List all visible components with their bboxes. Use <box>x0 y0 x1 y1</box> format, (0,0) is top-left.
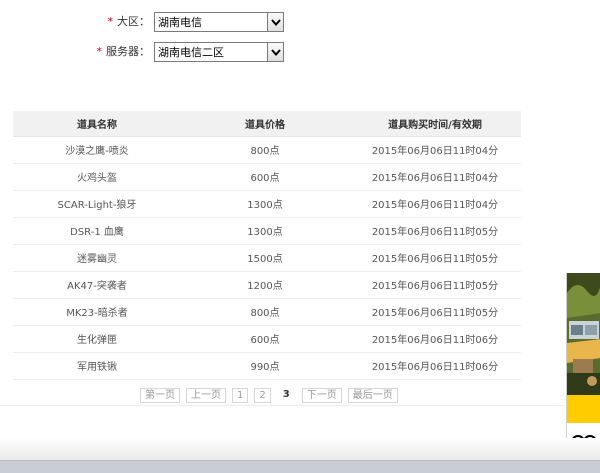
purchase-table: 道具名称 道具价格 道具购买时间/有效期 沙漠之鹰-喷炎 800点 2015年0… <box>13 111 521 380</box>
current-page: 3 <box>276 387 296 403</box>
server-select[interactable]: 湖南电信二区 <box>154 42 284 62</box>
side-advertisement[interactable] <box>566 273 600 460</box>
item-time: 2015年06月06日11时04分 <box>349 163 521 191</box>
item-price: 990点 <box>181 352 349 380</box>
prev-page-button[interactable]: 上一页 <box>186 387 226 403</box>
table-row: AK47-突袭者 1200点 2015年06月06日11时05分 <box>13 271 521 299</box>
table-row: 生化弹匣 600点 2015年06月06日11时06分 <box>13 325 521 353</box>
table-row: MK23-暗杀者 800点 2015年06月06日11时05分 <box>13 298 521 326</box>
table-row: 军用铁锹 990点 2015年06月06日11时06分 <box>13 352 521 380</box>
server-row: * 服务器： 湖南电信二区 <box>0 42 600 62</box>
window-bottom-bar <box>0 460 600 473</box>
column-header-time: 道具购买时间/有效期 <box>349 111 521 137</box>
item-price: 1500点 <box>181 244 349 272</box>
item-name: SCAR-Light-狼牙 <box>13 190 181 218</box>
item-time: 2015年06月06日11时06分 <box>349 352 521 380</box>
chevron-down-icon[interactable] <box>267 43 283 61</box>
server-select-value: 湖南电信二区 <box>158 46 224 59</box>
item-name: MK23-暗杀者 <box>13 298 181 326</box>
item-price: 1200点 <box>181 271 349 299</box>
pagination: 第一页 上一页 1 2 3 下一页 最后一页 <box>140 387 404 403</box>
item-name: AK47-突袭者 <box>13 271 181 299</box>
server-label: * 服务器： <box>96 45 151 58</box>
item-price: 1300点 <box>181 217 349 245</box>
item-name: DSR-1 血鹰 <box>13 217 181 245</box>
item-time: 2015年06月06日11时04分 <box>349 190 521 218</box>
table-header-row: 道具名称 道具价格 道具购买时间/有效期 <box>13 111 521 137</box>
page-footer-shade <box>0 438 600 460</box>
region-row: * 大区： 湖南电信 <box>0 12 600 32</box>
last-page-button[interactable]: 最后一页 <box>347 387 398 403</box>
page-button-1[interactable]: 1 <box>232 387 249 403</box>
table-row: 火鸡头盔 600点 2015年06月06日11时04分 <box>13 163 521 191</box>
region-label: * 大区： <box>107 15 151 28</box>
item-name: 迷雾幽灵 <box>13 244 181 272</box>
item-price: 600点 <box>181 163 349 191</box>
required-mark: * <box>96 45 103 58</box>
item-name: 生化弹匣 <box>13 325 181 353</box>
item-time: 2015年06月06日11时05分 <box>349 244 521 272</box>
table-row: 沙漠之鹰-喷炎 800点 2015年06月06日11时04分 <box>13 136 521 164</box>
table-row: 迷雾幽灵 1500点 2015年06月06日11时05分 <box>13 244 521 272</box>
next-page-button[interactable]: 下一页 <box>301 387 342 403</box>
column-header-price: 道具价格 <box>181 111 349 137</box>
item-time: 2015年06月06日11时05分 <box>349 271 521 299</box>
region-select-value: 湖南电信 <box>158 16 202 29</box>
region-select[interactable]: 湖南电信 <box>154 12 284 32</box>
item-name: 军用铁锹 <box>13 352 181 380</box>
table-row: DSR-1 血鹰 1300点 2015年06月06日11时05分 <box>13 217 521 245</box>
column-header-name: 道具名称 <box>13 111 181 137</box>
item-time: 2015年06月06日11时05分 <box>349 298 521 326</box>
item-time: 2015年06月06日11时04分 <box>349 136 521 164</box>
item-price: 800点 <box>181 136 349 164</box>
ad-photo-image <box>567 273 600 395</box>
item-price: 800点 <box>181 298 349 326</box>
required-mark: * <box>107 15 114 28</box>
item-name: 沙漠之鹰-喷炎 <box>13 136 181 164</box>
first-page-button[interactable]: 第一页 <box>140 387 180 403</box>
item-time: 2015年06月06日11时06分 <box>349 325 521 353</box>
content-divider <box>0 405 565 406</box>
table-row: SCAR-Light-狼牙 1300点 2015年06月06日11时04分 <box>13 190 521 218</box>
item-price: 1300点 <box>181 190 349 218</box>
item-name: 火鸡头盔 <box>13 163 181 191</box>
item-time: 2015年06月06日11时05分 <box>349 217 521 245</box>
page-button-2[interactable]: 2 <box>254 387 271 403</box>
chevron-down-icon[interactable] <box>267 13 283 31</box>
item-price: 600点 <box>181 325 349 353</box>
ad-yellow-banner <box>567 395 600 423</box>
